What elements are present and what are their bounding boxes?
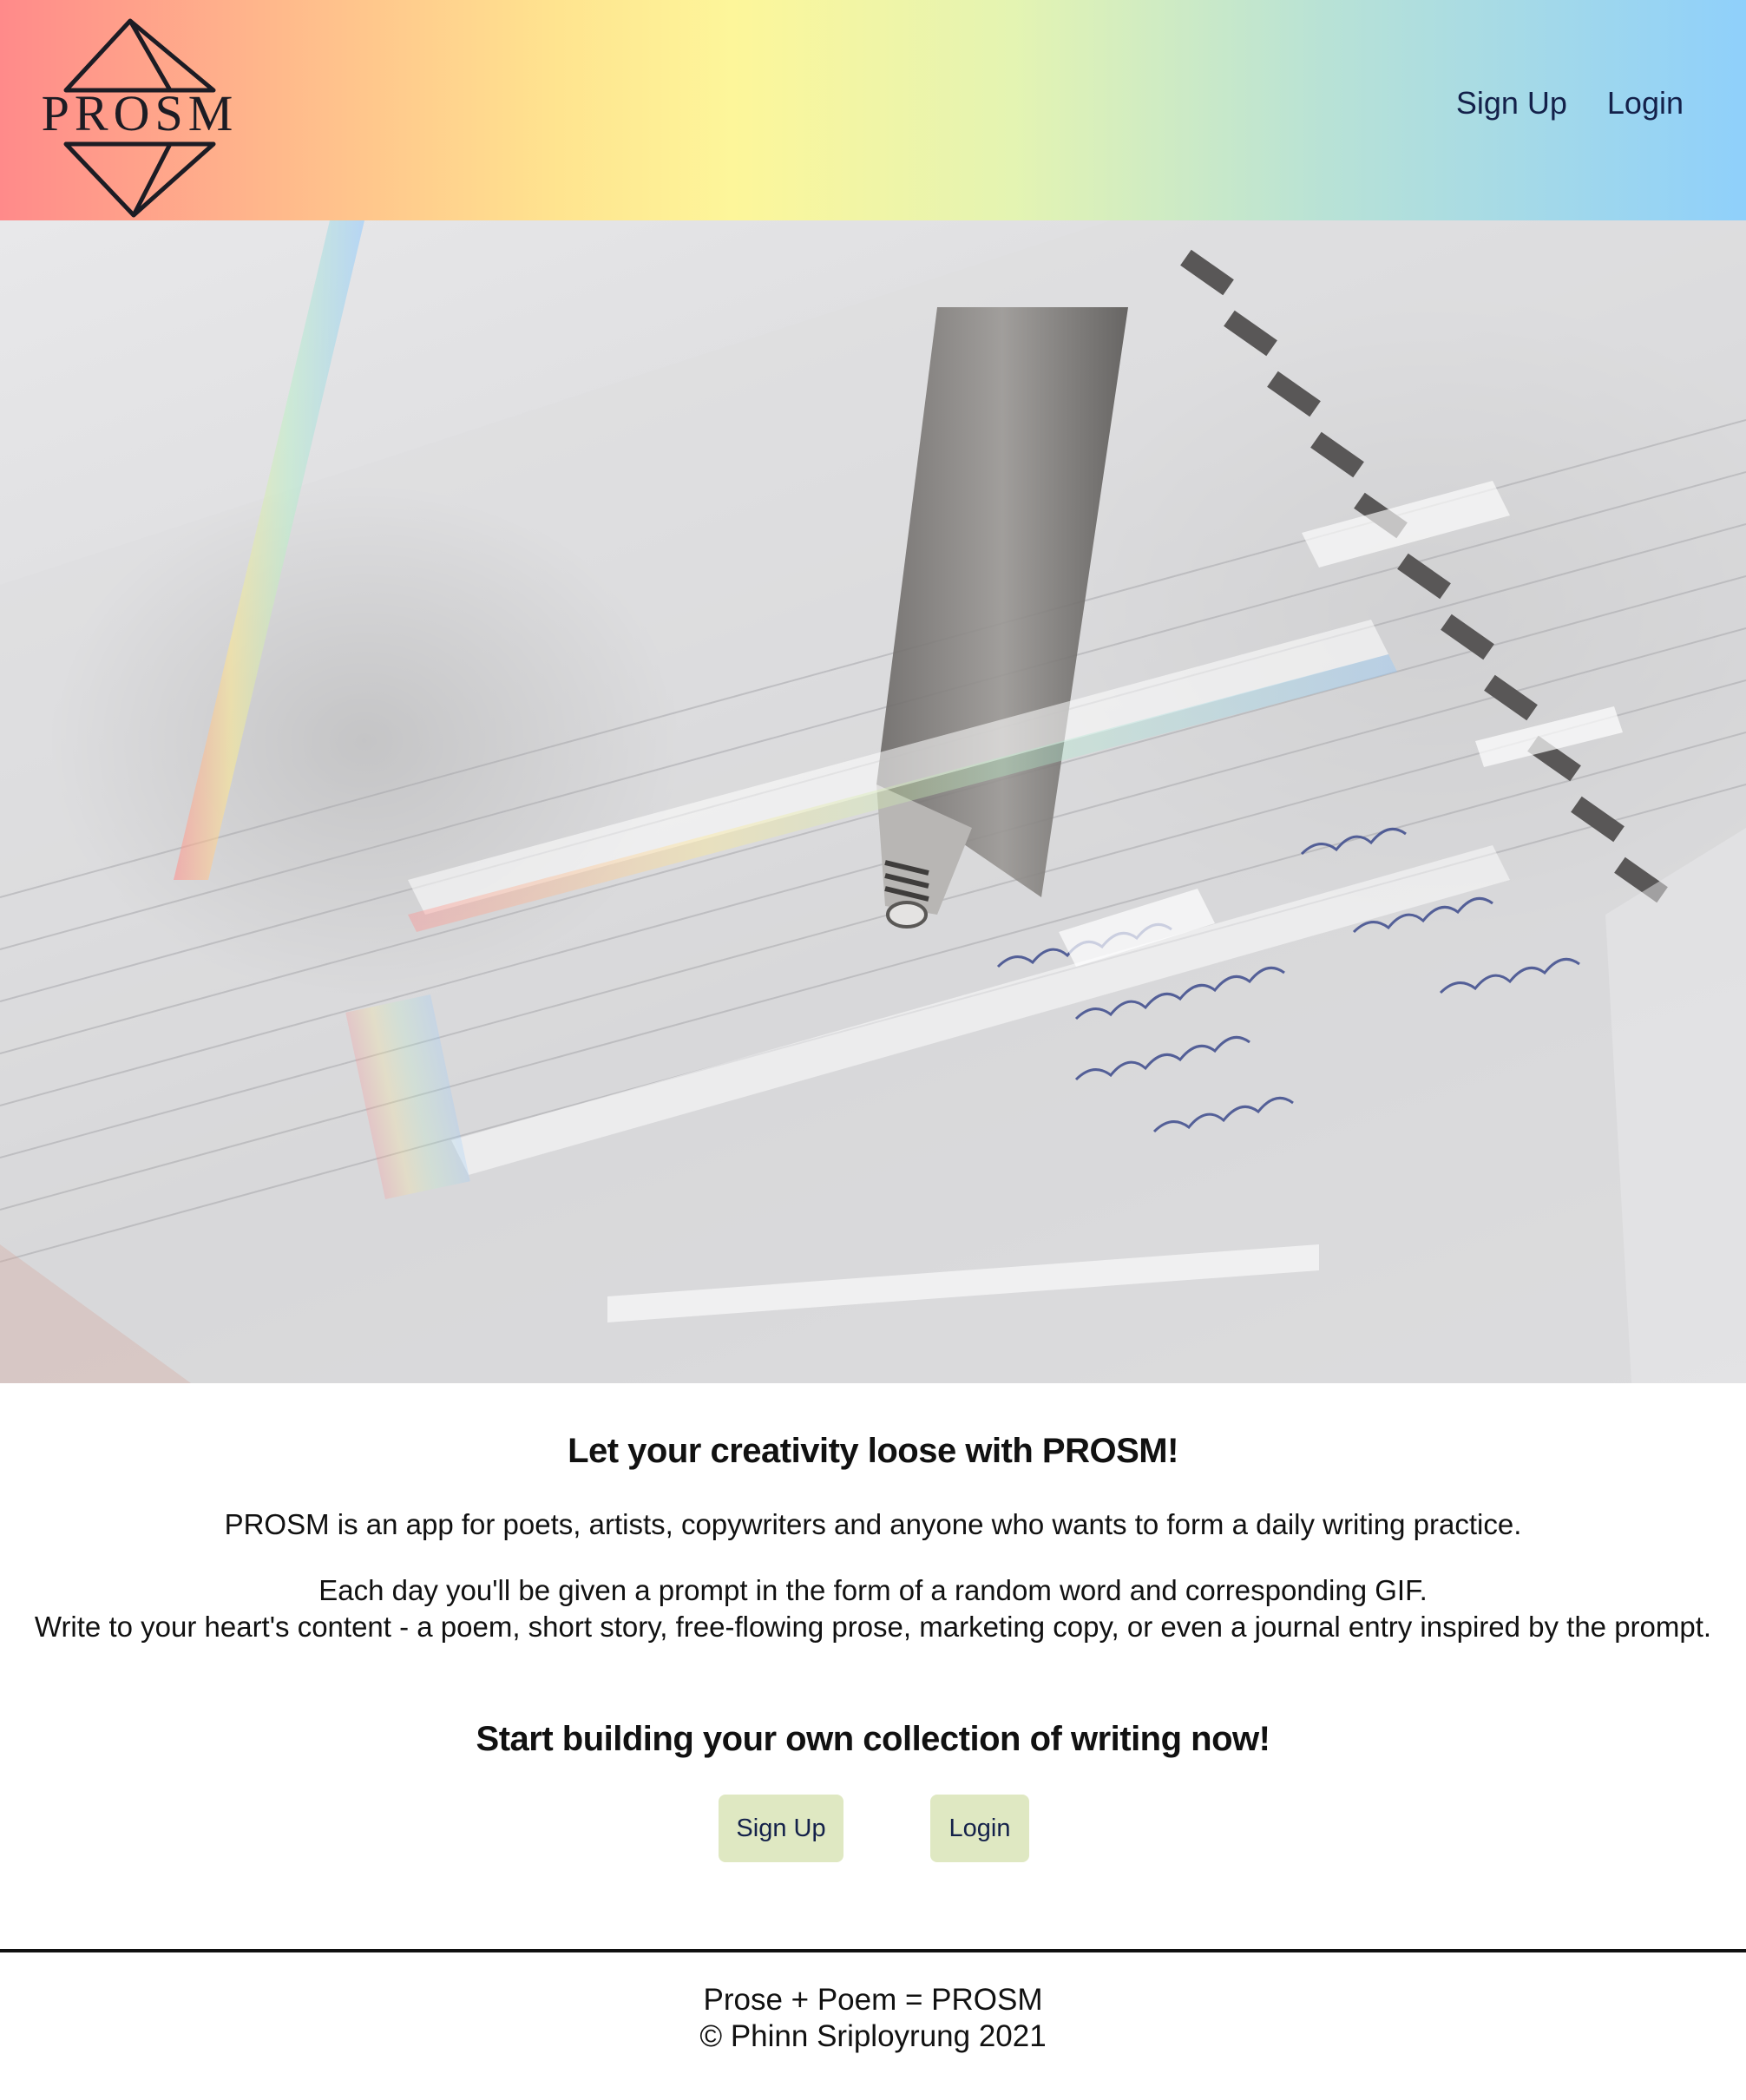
footer-divider — [0, 1949, 1746, 1952]
header-nav: Sign Up Login — [1456, 85, 1684, 121]
footer-tagline: Prose + Poem = PROSM — [703, 1983, 1043, 2017]
nav-signup-link[interactable]: Sign Up — [1456, 85, 1567, 121]
signup-button[interactable]: Sign Up — [719, 1795, 843, 1862]
site-header: PROSM Sign Up Login — [0, 0, 1746, 220]
page-headline: Let your creativity loose with PROSM! — [568, 1432, 1178, 1470]
hero-image — [0, 220, 1746, 1383]
description-line-2: Write to your heart's content - a poem, … — [34, 1611, 1712, 1643]
logo-triangle-down-icon — [63, 141, 216, 218]
hero-notebook-illustration — [0, 220, 1746, 1383]
login-button[interactable]: Login — [930, 1795, 1029, 1862]
logo-wordmark: PROSM — [41, 85, 239, 141]
cta-heading: Start building your own collection of wr… — [476, 1720, 1270, 1758]
intro-text: PROSM is an app for poets, artists, copy… — [224, 1508, 1522, 1540]
logo-triangle-up-icon — [63, 18, 216, 93]
description-line-1: Each day you'll be given a prompt in the… — [318, 1574, 1428, 1606]
prosm-logo[interactable]: PROSM — [40, 17, 240, 218]
nav-login-link[interactable]: Login — [1607, 85, 1684, 121]
footer-copyright: © Phinn Sriployrung 2021 — [699, 2019, 1047, 2053]
